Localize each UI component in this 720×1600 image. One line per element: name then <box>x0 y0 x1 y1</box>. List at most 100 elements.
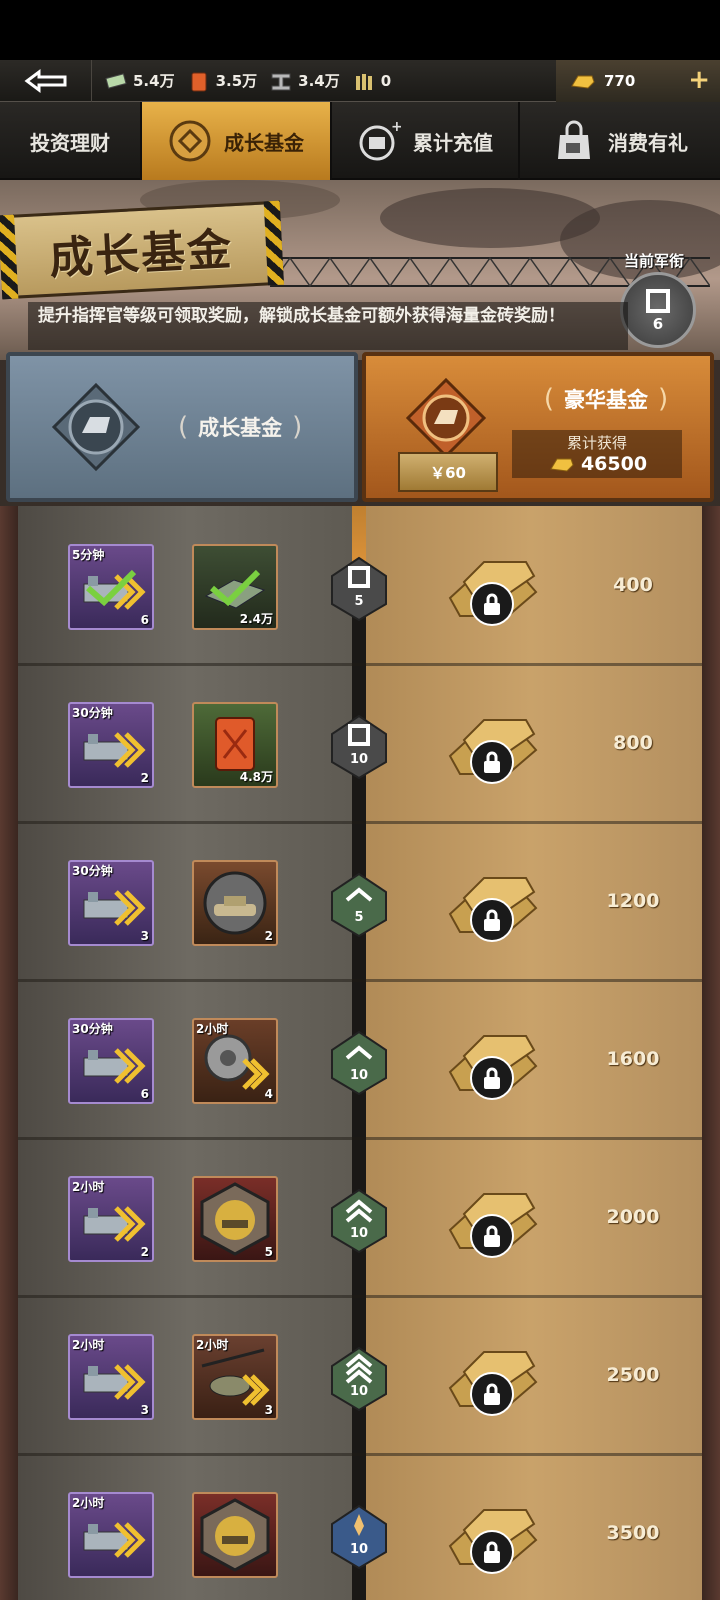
rank-star-icon <box>331 1504 387 1570</box>
item-duration: 2小时 <box>196 1338 229 1352</box>
recharge-icon: + <box>357 119 401 163</box>
item-duration: 30分钟 <box>72 706 113 720</box>
helicopter-item[interactable]: 2小时 3 <box>192 1334 278 1420</box>
buy-deluxe-button[interactable]: ￥60 <box>398 452 498 492</box>
tab-recharge[interactable]: + 累计充值 <box>332 102 520 180</box>
rank-level: 5 <box>354 910 364 925</box>
cash-item[interactable]: 2.4万 <box>192 544 278 630</box>
ammo-resource[interactable]: 0 <box>340 60 391 102</box>
item-count: 5 <box>264 1245 273 1259</box>
reward-row: 30分钟 6 2小时 4 10 1600 <box>18 980 702 1140</box>
fund-cards: (成长基金) (豪华基金) ￥60 累计获得 46500 <box>6 352 714 502</box>
speedup-item[interactable]: 30分钟 6 <box>68 1018 154 1104</box>
tab-investment[interactable]: 投资理财 <box>0 102 142 180</box>
item-count: 4 <box>264 1087 273 1101</box>
gold-reward[interactable] <box>438 1484 548 1584</box>
oil-item[interactable]: 4.8万 <box>192 702 278 788</box>
reward-row: 2小时 10 3500 <box>18 1454 702 1600</box>
gold-resource[interactable]: 770 + <box>556 60 720 102</box>
item-count: 2 <box>140 771 149 785</box>
left-frame <box>0 506 18 1600</box>
tank-medal-icon <box>200 1498 270 1572</box>
steel-icon <box>269 70 293 92</box>
gold-reward[interactable] <box>438 694 548 794</box>
basic-fund-card[interactable]: (成长基金) <box>6 352 358 502</box>
speedup-item[interactable]: 2小时 3 <box>68 1334 154 1420</box>
gold-amount: 770 <box>604 72 636 90</box>
gold-reward[interactable] <box>438 1326 548 1426</box>
item-count: 4.8万 <box>239 770 273 784</box>
speedup-item[interactable]: 30分钟 2 <box>68 702 154 788</box>
oil-can-icon <box>187 70 211 92</box>
current-rank-badge: 6 <box>620 272 696 348</box>
reward-list[interactable]: 5分钟 6 2.4万 5 400 30分钟 2 4.8万 10 800 30分钟 3 2 5 1200 30分… <box>18 506 702 1600</box>
lock-icon <box>470 898 514 942</box>
rank-requirement-badge: 10 <box>330 1346 388 1412</box>
rank-square-icon <box>646 289 670 313</box>
rank-chevron3-icon <box>331 1346 387 1412</box>
deluxe-fund-emblem <box>405 377 487 459</box>
cash-amount: 5.4万 <box>133 72 175 90</box>
svg-text:+: + <box>391 119 401 135</box>
oil-amount: 3.5万 <box>215 72 258 90</box>
speedup-item[interactable]: 2小时 2 <box>68 1176 154 1262</box>
gold-bar-icon <box>568 72 598 90</box>
gold-reward[interactable] <box>438 536 548 636</box>
back-button[interactable] <box>0 59 92 102</box>
reward-row: 30分钟 2 4.8万 10 800 <box>18 664 702 824</box>
status-bar <box>0 0 720 60</box>
speedup-item[interactable]: 5分钟 6 <box>68 544 154 630</box>
reward-row: 2小时 2 5 10 2000 <box>18 1138 702 1298</box>
tab-gift[interactable]: 消费有礼 <box>520 102 720 180</box>
claimed-check-icon <box>210 569 261 607</box>
accumulated-value-row: 46500 <box>512 453 682 475</box>
ammo-icon <box>352 70 376 92</box>
rank-chevron1-icon <box>331 1030 387 1096</box>
rank-requirement-badge: 10 <box>330 1188 388 1254</box>
gold-reward[interactable] <box>438 1010 548 1110</box>
add-gold-button[interactable]: + <box>688 66 710 94</box>
tab-growth-fund[interactable]: 成长基金 <box>142 102 332 180</box>
accumulated-value: 46500 <box>580 453 648 475</box>
tab-bar: 投资理财 成长基金 + 累计充值 消费有礼 <box>0 102 720 180</box>
deluxe-fund-card[interactable]: (豪华基金) ￥60 累计获得 46500 <box>362 352 714 502</box>
item-duration: 2小时 <box>196 1022 229 1036</box>
steel-resource[interactable]: 3.4万 <box>257 60 340 102</box>
rank-chevron2-icon <box>331 1188 387 1254</box>
page-title: 成长基金 <box>48 224 235 285</box>
item-duration: 2小时 <box>72 1180 105 1194</box>
tank-item[interactable]: 2 <box>192 860 278 946</box>
ammo-amount: 0 <box>380 71 392 90</box>
tab-label: 消费有礼 <box>608 130 688 155</box>
tank-medal-item[interactable]: 5 <box>192 1176 278 1262</box>
item-count: 3 <box>140 1403 149 1417</box>
lock-icon <box>470 1530 514 1574</box>
fund-notice: 提升指挥官等级可领取奖励，解锁成长基金可额外获得海量金砖奖励！ <box>28 302 628 350</box>
cash-resource[interactable]: 5.4万 <box>92 60 175 102</box>
tank-medal-item[interactable] <box>192 1492 278 1578</box>
rank-requirement-badge: 10 <box>330 714 388 780</box>
rank-chevron1-icon <box>331 872 387 938</box>
gear-item[interactable]: 2小时 4 <box>192 1018 278 1104</box>
item-count: 2 <box>140 1245 149 1259</box>
deluxe-fund-label: 豪华基金 <box>564 388 648 412</box>
gold-amount: 3500 <box>606 1522 660 1544</box>
item-duration: 30分钟 <box>72 864 113 878</box>
item-count: 6 <box>140 1087 149 1101</box>
gold-amount: 2500 <box>606 1364 660 1386</box>
rank-square-icon <box>331 556 387 622</box>
lock-icon <box>470 740 514 784</box>
gold-bar-icon <box>550 458 574 472</box>
reward-row: 5分钟 6 2.4万 5 400 <box>18 506 702 666</box>
speedup-item[interactable]: 30分钟 3 <box>68 860 154 946</box>
lock-icon <box>470 1056 514 1100</box>
speedup-item[interactable]: 2小时 <box>68 1492 154 1578</box>
rank-requirement-badge: 10 <box>330 1504 388 1570</box>
accumulated-reward: 累计获得 46500 <box>512 430 682 478</box>
gold-amount: 1600 <box>606 1048 660 1070</box>
claimed-check-icon <box>86 569 137 607</box>
item-count: 3 <box>140 929 149 943</box>
oil-resource[interactable]: 3.5万 <box>175 60 258 102</box>
gold-reward[interactable] <box>438 1168 548 1268</box>
gold-reward[interactable] <box>438 852 548 952</box>
